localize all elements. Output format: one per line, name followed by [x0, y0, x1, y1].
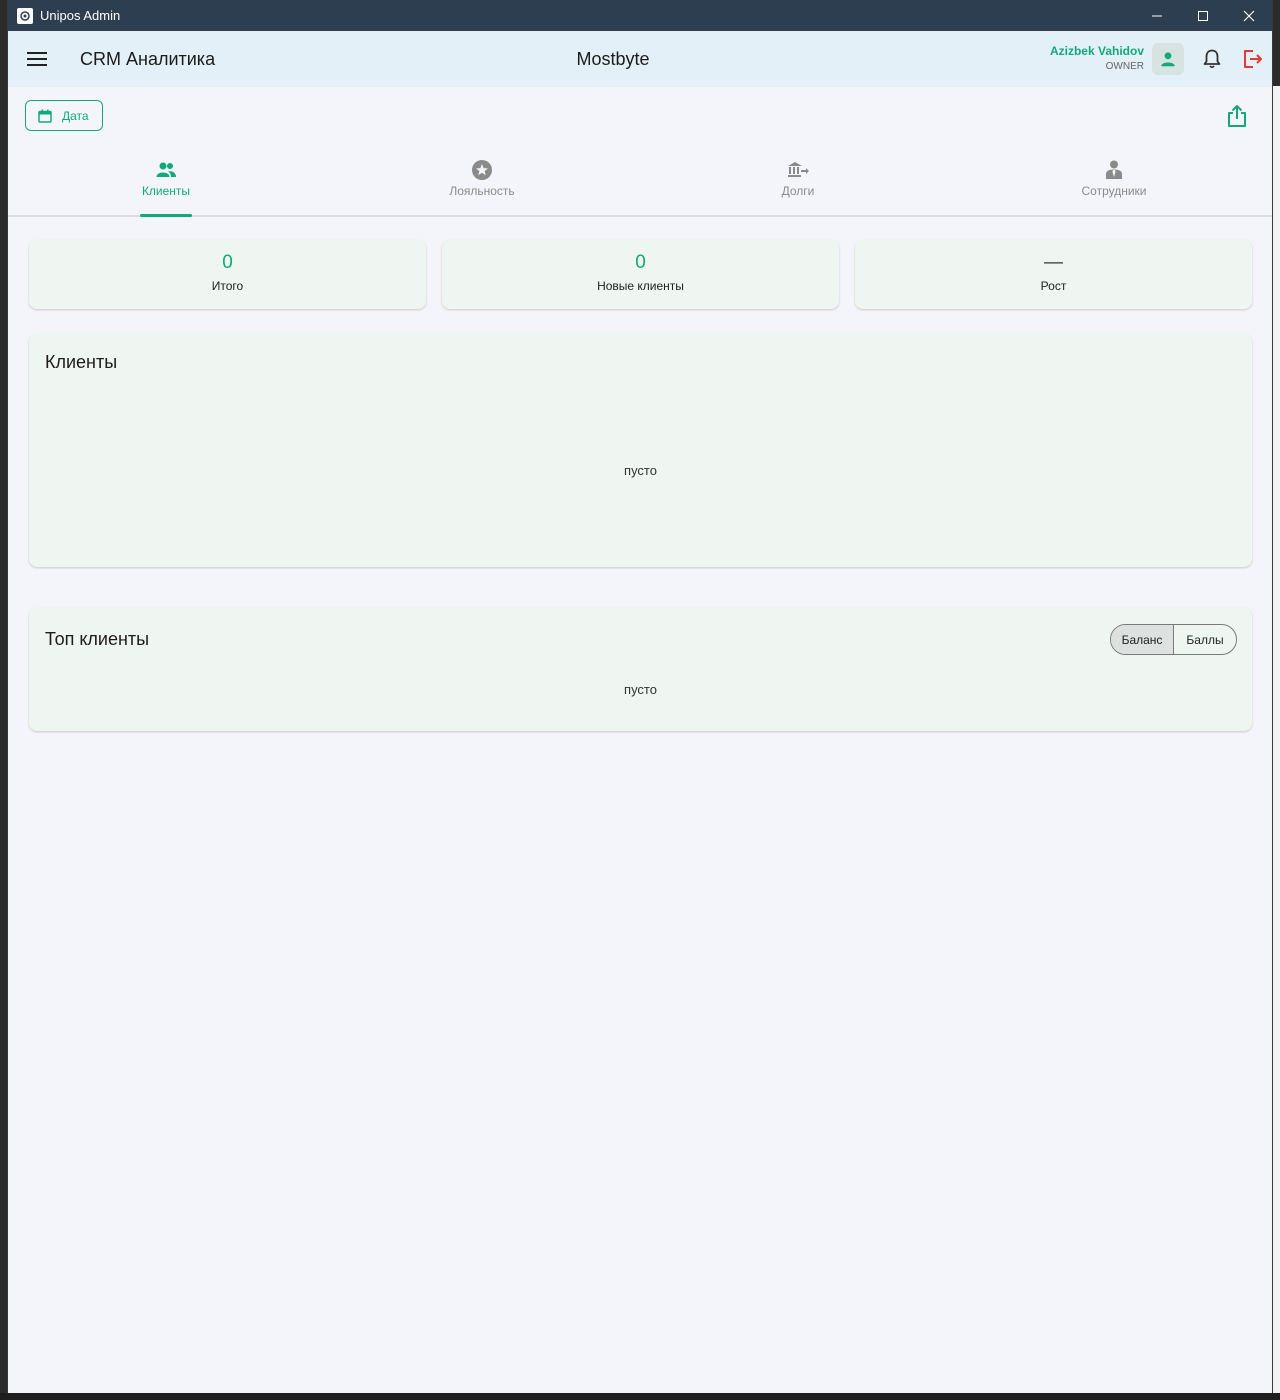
tab-debts[interactable]: Долги — [640, 150, 956, 215]
user-role: OWNER — [1105, 61, 1144, 72]
hamburger-menu-icon[interactable] — [26, 48, 48, 70]
panel-title: Топ клиенты — [45, 629, 150, 649]
app-window: Unipos Admin CRM Аналитика Mostbyte Aziz… — [7, 0, 1273, 1393]
date-filter-button[interactable]: Дата — [25, 100, 103, 131]
date-filter-label: Дата — [62, 108, 89, 123]
stat-card-new-clients: 0 Новые клиенты — [442, 240, 839, 309]
user-name: Azizbek Vahidov — [1049, 44, 1144, 58]
window-titlebar: Unipos Admin — [8, 0, 1272, 31]
people-icon — [156, 162, 176, 177]
avatar[interactable] — [1152, 43, 1184, 75]
company-name: Mostbyte — [576, 49, 650, 69]
close-button[interactable] — [1226, 0, 1272, 31]
maximize-icon — [1198, 10, 1208, 21]
panel-title: Клиенты — [45, 352, 118, 372]
stat-value: 0 — [222, 252, 233, 273]
tab-employees[interactable]: Сотрудники — [956, 150, 1272, 215]
person-icon — [1161, 52, 1175, 67]
clients-chart-panel: Клиенты пусто — [29, 334, 1252, 567]
minimize-icon — [1152, 15, 1162, 16]
app-header: CRM Аналитика Mostbyte Azizbek Vahidov O… — [8, 31, 1272, 87]
stat-card-growth: — Рост — [855, 240, 1252, 309]
stat-label: Итого — [211, 279, 244, 293]
tab-clients[interactable]: Клиенты — [8, 150, 324, 217]
empty-state: пусто — [624, 463, 657, 478]
calendar-icon — [38, 109, 52, 123]
stat-label: Новые клиенты — [597, 279, 684, 293]
share-export-icon[interactable] — [1226, 104, 1248, 128]
tab-label: Лояльность — [449, 184, 515, 198]
empty-state: пусто — [624, 682, 657, 697]
taskbar-edge — [0, 1393, 1280, 1400]
close-icon — [1243, 10, 1255, 21]
page-title: CRM Аналитика — [80, 49, 216, 69]
tab-label: Клиенты — [141, 184, 191, 198]
app-logo-icon — [17, 7, 33, 24]
segment-balance[interactable]: Баланс — [1111, 625, 1174, 654]
tab-label: Долги — [781, 184, 815, 198]
user-info: Azizbek Vahidov OWNER — [1050, 44, 1144, 72]
stat-label: Рост — [1040, 279, 1067, 293]
employee-icon — [1106, 160, 1122, 179]
stat-value: — — [1044, 252, 1063, 273]
tab-loyalty[interactable]: Лояльность — [324, 150, 640, 215]
stat-value: 0 — [635, 252, 646, 273]
tab-label: Сотрудники — [1081, 184, 1147, 198]
maximize-button[interactable] — [1180, 0, 1226, 31]
top-clients-panel: Топ клиенты Баланс Баллы пусто — [29, 608, 1252, 731]
minimize-button[interactable] — [1134, 0, 1180, 31]
bell-icon[interactable] — [1201, 48, 1223, 70]
stat-card-total: 0 Итого — [29, 240, 426, 309]
window-title: Unipos Admin — [40, 8, 121, 23]
star-icon — [472, 160, 492, 180]
top-clients-segmented-toggle: Баланс Баллы — [1110, 624, 1237, 655]
bank-transfer-icon — [788, 162, 809, 177]
logout-icon[interactable] — [1241, 48, 1263, 70]
segment-points[interactable]: Баллы — [1174, 625, 1236, 654]
analytics-tabs: Клиенты Лояльность Долги Сотрудники — [8, 150, 1272, 217]
background-window-strip — [1272, 0, 1280, 1400]
